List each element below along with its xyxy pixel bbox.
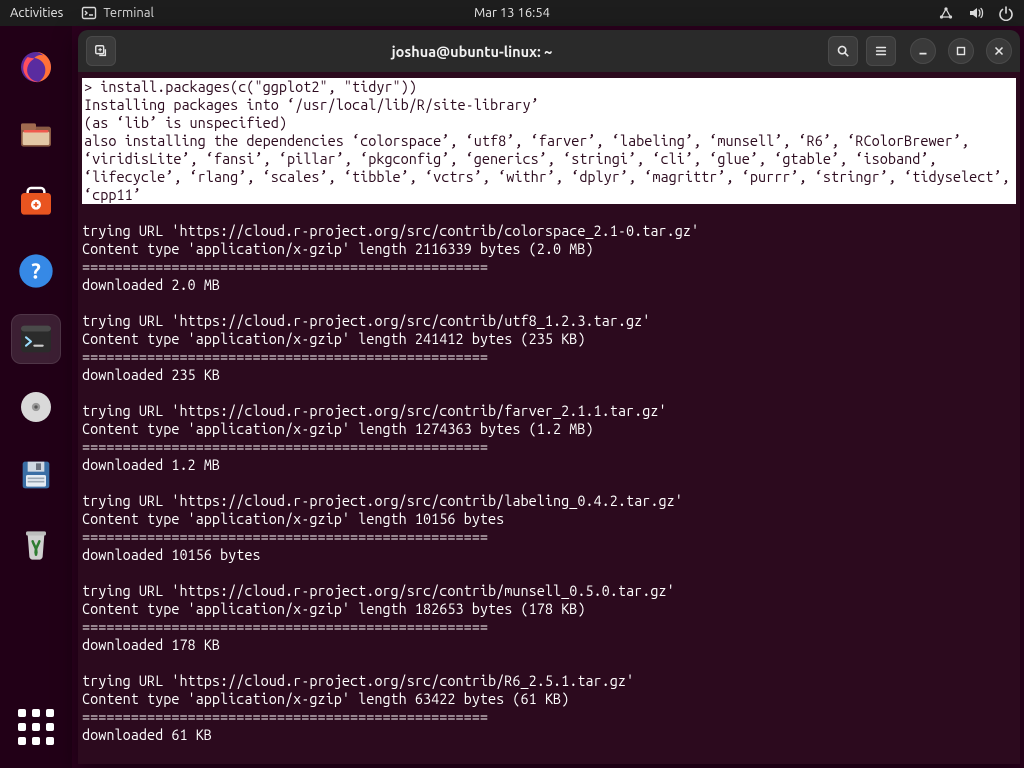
titlebar[interactable]: joshua@ubuntu-linux: ~	[78, 30, 1020, 72]
volume-icon[interactable]	[968, 5, 984, 21]
new-tab-button[interactable]	[86, 36, 116, 66]
dock-save-icon[interactable]	[11, 450, 61, 500]
activities-button[interactable]: Activities	[10, 6, 63, 20]
dock-files[interactable]	[11, 110, 61, 160]
show-applications[interactable]	[11, 702, 61, 752]
terminal-highlighted-block: > install.packages(c("ggplot2", "tidyr")…	[82, 78, 1016, 204]
maximize-button[interactable]	[948, 38, 974, 64]
active-app[interactable]: Terminal	[81, 5, 154, 21]
apps-grid-icon	[18, 709, 54, 745]
network-icon[interactable]	[938, 5, 954, 21]
dock-trash[interactable]	[11, 518, 61, 568]
terminal-viewport[interactable]: > install.packages(c("ggplot2", "tidyr")…	[78, 72, 1020, 764]
menu-button[interactable]	[866, 36, 896, 66]
active-app-label: Terminal	[103, 6, 154, 20]
dock-help[interactable]: ?	[11, 246, 61, 296]
dock-disks[interactable]	[11, 382, 61, 432]
dock-terminal[interactable]	[11, 314, 61, 364]
top-bar: Activities Terminal Mar 13 16:54	[0, 0, 1024, 26]
clock[interactable]: Mar 13 16:54	[474, 6, 550, 20]
svg-text:?: ?	[31, 260, 41, 284]
dock-firefox[interactable]	[11, 42, 61, 92]
search-button[interactable]	[828, 36, 858, 66]
power-icon[interactable]	[998, 5, 1014, 21]
dock-software[interactable]	[11, 178, 61, 228]
window-title: joshua@ubuntu-linux: ~	[124, 43, 820, 60]
terminal-output: trying URL 'https://cloud.r-project.org/…	[82, 204, 699, 743]
close-button[interactable]	[986, 38, 1012, 64]
dock: ?	[0, 26, 72, 768]
minimize-button[interactable]	[910, 38, 936, 64]
terminal-window: joshua@ubuntu-linux: ~ > install.package…	[78, 30, 1020, 764]
terminal-small-icon	[81, 5, 97, 21]
